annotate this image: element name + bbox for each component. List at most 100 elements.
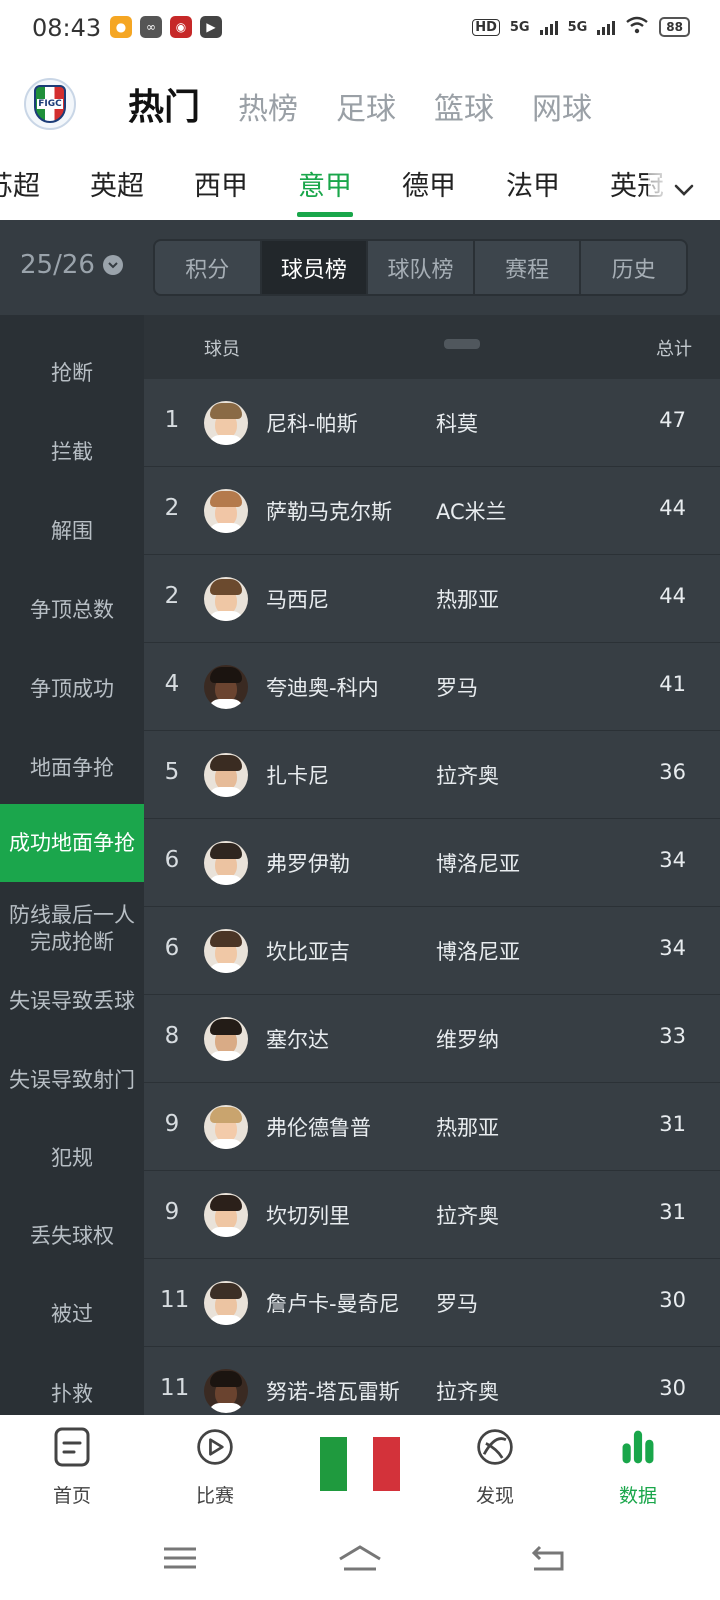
- team-name: 科莫: [436, 412, 478, 436]
- tab-tennis[interactable]: 网球: [532, 84, 592, 128]
- league-tabs: 苏超 英超 西甲 意甲 德甲 法甲 英冠: [0, 160, 720, 220]
- sidebar-item-tackles[interactable]: 抢断: [0, 340, 144, 406]
- player-avatar: [204, 1281, 248, 1325]
- league-tab-ligue-1[interactable]: 法甲: [506, 164, 560, 203]
- player-name: 萨勒马克尔斯: [266, 500, 392, 524]
- league-tab-premier-league[interactable]: 英超: [90, 164, 144, 203]
- table-row[interactable]: 8 塞尔达 维罗纳 33: [144, 995, 720, 1083]
- home-icon[interactable]: [336, 1543, 384, 1573]
- player-name: 詹卢卡-曼奇尼: [266, 1292, 400, 1316]
- tab-hot[interactable]: 热门: [128, 78, 200, 130]
- player-ranking-table: 球员 总计 1 尼科-帕斯 科莫 47 2 萨勒马克尔斯 AC米兰 44 2 马…: [144, 315, 720, 1415]
- menu-icon[interactable]: [160, 1543, 200, 1573]
- sidebar-item-clearances[interactable]: 解围: [0, 498, 144, 564]
- rank: 11: [160, 1287, 190, 1313]
- league-tab-serie-a[interactable]: 意甲: [298, 164, 352, 203]
- segment-player-ranking[interactable]: 球员榜: [261, 241, 369, 294]
- sidebar-item-saves[interactable]: 扑救: [0, 1361, 144, 1415]
- bar-chart-icon: [622, 1430, 654, 1464]
- player-name: 弗罗伊勒: [266, 852, 350, 876]
- league-tab-la-liga[interactable]: 西甲: [194, 164, 248, 203]
- sidebar-item-fouls[interactable]: 犯规: [0, 1125, 144, 1191]
- table-row[interactable]: 5 扎卡尼 拉齐奥 36: [144, 731, 720, 819]
- table-row[interactable]: 6 弗罗伊勒 博洛尼亚 34: [144, 819, 720, 907]
- rank: 8: [164, 1023, 180, 1049]
- segment-standings[interactable]: 积分: [155, 241, 262, 294]
- sidebar-item-aerial-duels-won[interactable]: 争顶成功: [0, 656, 144, 722]
- video-app-icon: ▶: [200, 16, 222, 38]
- player-avatar: [204, 401, 248, 445]
- table-row[interactable]: 11 詹卢卡-曼奇尼 罗马 30: [144, 1259, 720, 1347]
- player-avatar: [204, 577, 248, 621]
- table-row[interactable]: 11 努诺-塔瓦雷斯 拉齐奥 30: [144, 1347, 720, 1415]
- sidebar-item-error-led-to-goal[interactable]: 失误导致丢球: [0, 968, 144, 1034]
- back-icon[interactable]: [528, 1543, 568, 1573]
- league-tab-bundesliga[interactable]: 德甲: [402, 164, 456, 203]
- player-name: 弗伦德鲁普: [266, 1116, 371, 1140]
- nav-data[interactable]: 数据: [588, 1425, 688, 1508]
- sidebar-item-dribbled-past[interactable]: 被过: [0, 1281, 144, 1347]
- tab-hot-list[interactable]: 热榜: [238, 84, 298, 128]
- news-app-icon: ◉: [170, 16, 192, 38]
- team-name: 拉齐奥: [436, 1380, 499, 1404]
- notification-icons: ● ∞ ◉ ▶: [110, 16, 222, 38]
- player-name: 坎切列里: [266, 1204, 350, 1228]
- rank: 9: [164, 1111, 180, 1137]
- segment-schedule[interactable]: 赛程: [475, 241, 582, 294]
- signal-5g-label-2: 5G: [567, 19, 588, 35]
- sidebar-item-error-led-to-shot[interactable]: 失误导致射门: [0, 1047, 144, 1113]
- home-doc-icon: [54, 1427, 90, 1467]
- league-expand-button[interactable]: [648, 160, 720, 220]
- column-header-player: 球员: [204, 339, 240, 360]
- player-name: 马西尼: [266, 588, 329, 612]
- table-row[interactable]: 1 尼科-帕斯 科莫 47: [144, 379, 720, 467]
- tab-football[interactable]: 足球: [336, 84, 396, 128]
- table-row[interactable]: 2 马西尼 热那亚 44: [144, 555, 720, 643]
- sidebar-item-ground-duels[interactable]: 地面争抢: [0, 735, 144, 801]
- nav-matches[interactable]: 比赛: [165, 1425, 265, 1508]
- figc-shield-icon: FIGC: [34, 85, 66, 123]
- team-name: 拉齐奥: [436, 1204, 499, 1228]
- player-avatar: [204, 1105, 248, 1149]
- team-name: 罗马: [436, 676, 478, 700]
- sidebar-item-possession-lost[interactable]: 丢失球权: [0, 1203, 144, 1269]
- nav-discover[interactable]: 发现: [445, 1425, 545, 1508]
- season-selector[interactable]: 25/26: [20, 250, 123, 280]
- total-value: 34: [659, 848, 686, 872]
- segment-team-ranking[interactable]: 球队榜: [368, 241, 475, 294]
- total-value: 30: [659, 1376, 686, 1400]
- table-row[interactable]: 4 夸迪奥-科内 罗马 41: [144, 643, 720, 731]
- total-value: 47: [659, 408, 686, 432]
- tab-basketball[interactable]: 篮球: [434, 84, 494, 128]
- column-header-total: 总计: [656, 339, 692, 360]
- team-name: 热那亚: [436, 588, 499, 612]
- sidebar-item-label-line1: 防线最后一人: [9, 903, 135, 927]
- italy-flag-icon[interactable]: [320, 1437, 401, 1491]
- sidebar-item-interceptions[interactable]: 拦截: [0, 419, 144, 485]
- player-name: 努诺-塔瓦雷斯: [266, 1380, 400, 1404]
- player-name: 塞尔达: [266, 1028, 329, 1052]
- table-row[interactable]: 6 坎比亚吉 博洛尼亚 34: [144, 907, 720, 995]
- sidebar-item-aerial-duels[interactable]: 争顶总数: [0, 577, 144, 643]
- play-icon: [197, 1429, 233, 1465]
- figc-logo[interactable]: FIGC: [24, 78, 76, 130]
- discover-icon: [477, 1429, 513, 1465]
- nav-home-label: 首页: [52, 1485, 91, 1507]
- rank: 6: [164, 847, 180, 873]
- status-time: 08:43: [32, 14, 102, 42]
- rank: 9: [164, 1199, 180, 1225]
- table-row[interactable]: 2 萨勒马克尔斯 AC米兰 44: [144, 467, 720, 555]
- nav-home[interactable]: 首页: [22, 1425, 122, 1508]
- nav-data-label: 数据: [618, 1485, 657, 1507]
- segment-history[interactable]: 历史: [581, 241, 686, 294]
- nav-discover-label: 发现: [475, 1485, 514, 1507]
- table-row[interactable]: 9 坎切列里 拉齐奥 31: [144, 1171, 720, 1259]
- league-tab-suchao[interactable]: 苏超: [0, 164, 40, 203]
- table-row[interactable]: 9 弗伦德鲁普 热那亚 31: [144, 1083, 720, 1171]
- battery-indicator: 88: [659, 17, 690, 37]
- sidebar-item-last-man-tackle[interactable]: 防线最后一人 完成抢断: [0, 889, 144, 969]
- team-name: 博洛尼亚: [436, 852, 520, 876]
- signal-5g-label-1: 5G: [509, 19, 530, 35]
- sidebar-item-ground-duels-won[interactable]: 成功地面争抢: [0, 804, 144, 882]
- player-avatar: [204, 753, 248, 797]
